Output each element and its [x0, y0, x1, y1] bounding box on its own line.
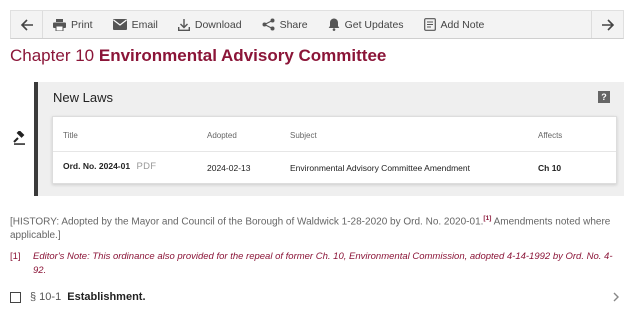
section-title: § 10-1 Establishment. — [30, 291, 146, 303]
chapter-number: Chapter 10 — [10, 46, 95, 65]
editor-note: [1] Editor's Note: This ordinance also p… — [10, 250, 624, 278]
adopted-cell: 2024-02-13 — [207, 163, 251, 173]
affects-link[interactable]: Ch 10 — [538, 163, 561, 173]
print-label: Print — [71, 18, 93, 31]
section-checkbox[interactable] — [10, 291, 21, 303]
ordinance-link[interactable]: Ord. No. 2024-01 — [63, 161, 130, 171]
download-icon — [177, 18, 190, 31]
gavel-icon — [13, 131, 25, 145]
pdf-link[interactable]: PDF — [136, 161, 156, 172]
row-divider — [53, 151, 616, 152]
chapter-name: Environmental Advisory Committee — [98, 46, 387, 65]
new-laws-title: New Laws — [53, 90, 113, 105]
toolbar: Print Email Download Share Get Updates A… — [10, 10, 624, 39]
bell-icon — [328, 18, 339, 31]
get-updates-button[interactable]: Get Updates — [318, 11, 414, 38]
column-header-adopted: Adopted — [207, 131, 237, 140]
column-header-affects: Affects — [538, 131, 563, 140]
section-name: Establishment. — [67, 291, 146, 303]
share-label: Share — [279, 18, 308, 31]
page-title: Chapter 10 Environmental Advisory Commit… — [10, 46, 386, 66]
new-laws-table: Title Adopted Subject Affects Ord. No. 2… — [52, 116, 617, 184]
arrow-left-icon — [20, 18, 33, 31]
history-note: [HISTORY: Adopted by the Mayor and Counc… — [10, 212, 624, 243]
email-button[interactable]: Email — [103, 11, 168, 38]
share-icon — [262, 18, 275, 31]
note-icon — [423, 18, 436, 31]
chevron-right-icon[interactable] — [612, 292, 620, 302]
back-button[interactable] — [11, 11, 43, 38]
download-label: Download — [194, 18, 242, 31]
envelope-icon — [112, 19, 127, 30]
arrow-right-icon — [601, 18, 614, 31]
law-title-cell: Ord. No. 2024-01 PDF — [63, 161, 156, 172]
new-laws-panel: New Laws ? Title Adopted Subject Affects… — [34, 82, 624, 196]
email-label: Email — [131, 18, 158, 31]
download-button[interactable]: Download — [168, 11, 252, 38]
printer-icon — [53, 18, 66, 31]
print-button[interactable]: Print — [43, 11, 103, 38]
column-header-subject: Subject — [290, 131, 317, 140]
history-text: [HISTORY: Adopted by the Mayor and Counc… — [10, 216, 484, 228]
section-number: § 10-1 — [30, 291, 62, 303]
editor-note-text: Editor's Note: This ordinance also provi… — [33, 251, 613, 276]
forward-button[interactable] — [591, 11, 623, 38]
section-row[interactable]: § 10-1 Establishment. — [10, 289, 624, 305]
footnote-marker[interactable]: [1] — [10, 250, 21, 264]
share-button[interactable]: Share — [252, 11, 318, 38]
add-note-button[interactable]: Add Note — [414, 11, 495, 38]
subject-cell: Environmental Advisory Committee Amendme… — [290, 163, 470, 173]
column-header-title: Title — [63, 131, 78, 140]
get-updates-label: Get Updates — [344, 18, 404, 31]
add-note-label: Add Note — [440, 18, 485, 31]
help-icon[interactable]: ? — [598, 91, 610, 103]
